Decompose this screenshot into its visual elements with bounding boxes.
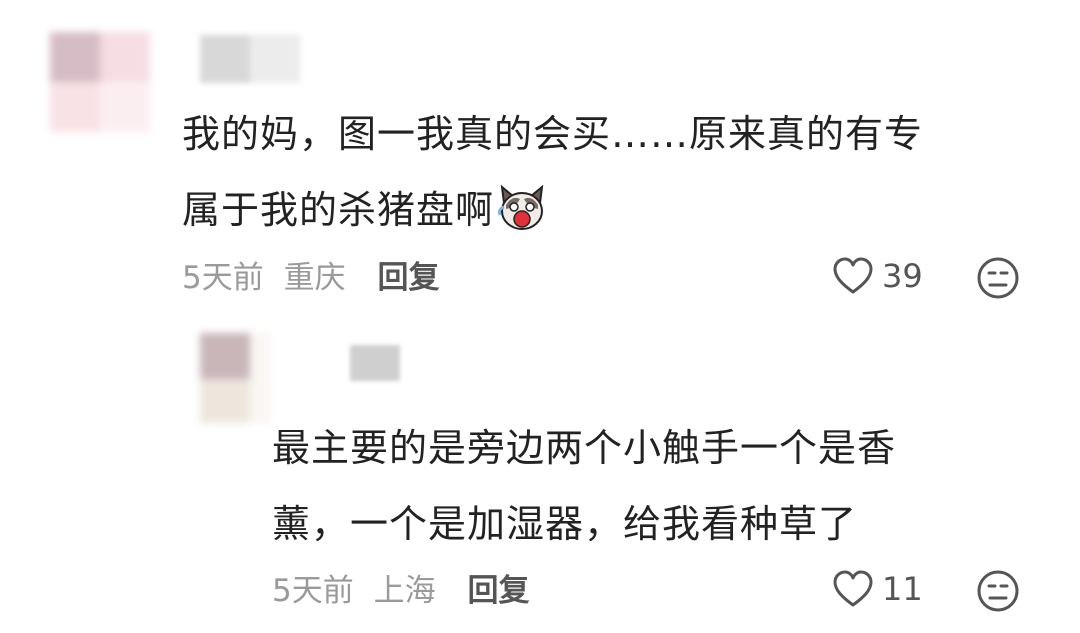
comment-text-line-2-wrap: 属于我的杀猪盘啊	[182, 172, 1042, 256]
username[interactable]	[350, 345, 400, 381]
comment-text-line-1: 我的妈，图一我真的会买……原来真的有专	[182, 112, 924, 156]
comment-meta: 5天前 重庆 回复	[182, 258, 439, 298]
avatar[interactable]	[200, 333, 270, 423]
comment-location: 上海	[373, 573, 436, 609]
like-button[interactable]: 11	[832, 569, 923, 609]
comment-text: 我的妈，图一我真的会买……原来真的有专 属于我的杀猪盘啊	[182, 96, 1042, 256]
cat-shocked-emoji	[498, 180, 546, 256]
like-count: 11	[882, 570, 923, 608]
neutral-face-icon[interactable]	[976, 256, 1020, 300]
reply-button[interactable]: 回复	[377, 260, 439, 296]
heart-outline-icon	[832, 256, 874, 296]
comment-text: 最主要的是旁边两个小触手一个是香 薰，一个是加湿器，给我看种草了	[272, 410, 1032, 562]
reply-button[interactable]: 回复	[467, 573, 529, 609]
like-count: 39	[882, 257, 923, 295]
comment-location: 重庆	[283, 260, 346, 296]
comment-text-line-1: 最主要的是旁边两个小触手一个是香	[272, 426, 897, 470]
neutral-face-icon[interactable]	[976, 569, 1020, 613]
avatar[interactable]	[50, 32, 150, 132]
comment-text-line-2: 属于我的杀猪盘啊	[182, 188, 495, 232]
like-button[interactable]: 39	[832, 256, 923, 296]
comment-text-line-2: 薰，一个是加湿器，给我看种草了	[272, 502, 858, 546]
comment-time: 5天前	[272, 573, 354, 609]
comment-time: 5天前	[182, 260, 264, 296]
heart-outline-icon	[832, 569, 874, 609]
comment-meta: 5天前 上海 回复	[272, 571, 529, 611]
username[interactable]	[200, 35, 300, 83]
